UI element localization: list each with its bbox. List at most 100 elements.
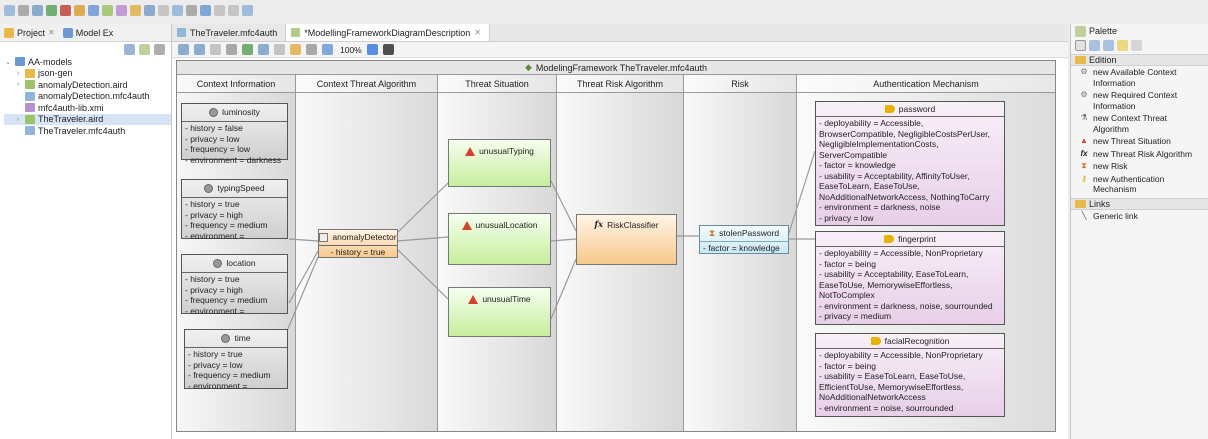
- risk-node-stolenpassword[interactable]: ⧗ stolenPassword - factor = knowledge: [699, 225, 789, 254]
- palette-tool[interactable]: ⚙ new Available Context Information: [1071, 66, 1208, 89]
- lane-header: Authentication Mechanism: [797, 75, 1055, 93]
- save-image-icon[interactable]: [382, 44, 394, 55]
- context-algorithm-node[interactable]: anomalyDetector - history = true: [318, 229, 398, 258]
- toolbar-button-icon[interactable]: [18, 5, 29, 16]
- node-attributes: - history = true - privacy = high - freq…: [182, 198, 287, 242]
- zoom-dropdown-icon[interactable]: [366, 44, 378, 55]
- collapse-all-icon[interactable]: [124, 43, 135, 55]
- palette-tool[interactable]: ⚙ new Required Context Information: [1071, 89, 1208, 112]
- filter-icon[interactable]: [154, 43, 165, 55]
- modeling-framework-container[interactable]: ◆ ModelingFramework TheTraveler.mfc4auth…: [176, 60, 1056, 432]
- expand-arrow-icon[interactable]: ›: [14, 70, 22, 77]
- attribute: - environment = darkness: [185, 154, 282, 165]
- tree-item[interactable]: anomalyDetection.mfc4auth: [4, 91, 171, 103]
- diagram-tool-icon[interactable]: [306, 44, 317, 55]
- tree-item[interactable]: › TheTraveler.aird: [4, 113, 171, 125]
- tree-item[interactable]: › json-gen: [4, 68, 171, 80]
- toolbar-button-icon[interactable]: [158, 5, 169, 16]
- select-tool-icon[interactable]: [1075, 39, 1086, 51]
- toolbar-button-icon[interactable]: [186, 5, 197, 16]
- palette-tool[interactable]: ⚗ new Context Threat Algorithm: [1071, 112, 1208, 135]
- context-node-time[interactable]: time - history = true - privacy = low - …: [184, 329, 288, 391]
- algorithm-icon: ⚗: [1080, 113, 1088, 123]
- toolbar-button-icon[interactable]: [74, 5, 85, 16]
- folder-icon: [25, 68, 35, 78]
- tab-model-explorer[interactable]: Model Ex: [62, 27, 113, 38]
- palette-drawer-header[interactable]: Links: [1071, 197, 1208, 210]
- gear-icon: [213, 259, 223, 268]
- diagram-tool-icon[interactable]: [242, 44, 253, 55]
- diagram-tool-icon[interactable]: [210, 44, 221, 55]
- toolbar-button-icon[interactable]: [172, 5, 183, 16]
- threat-situation-unusuallocation[interactable]: unusualLocation: [448, 213, 551, 265]
- context-node-typingspeed[interactable]: typingSpeed - history = true - privacy =…: [181, 179, 288, 242]
- tab-thetraveler-model[interactable]: TheTraveler.mfc4auth: [172, 24, 285, 41]
- close-icon[interactable]: ✕: [474, 28, 481, 37]
- auth-node-facialrecognition[interactable]: facialRecognition - deployability = Acce…: [815, 333, 1005, 417]
- diagram-tool-icon[interactable]: [258, 44, 269, 55]
- node-title: ⧗ stolenPassword: [700, 226, 788, 242]
- toolbar-button-icon[interactable]: [116, 5, 127, 16]
- diagram-tool-icon[interactable]: [226, 44, 237, 55]
- palette-tool[interactable]: ⚷ new Authentication Mechanism: [1071, 173, 1208, 196]
- fx-icon: fx: [1080, 148, 1088, 158]
- attribute: NotToComplex: [819, 290, 875, 300]
- palette-tool[interactable]: ⧗ new Risk: [1071, 160, 1208, 173]
- note-icon[interactable]: [1117, 39, 1128, 51]
- tree-item[interactable]: ⌄ AA-models: [4, 56, 171, 68]
- diagram-tool-icon[interactable]: [194, 44, 205, 55]
- diagram-canvas[interactable]: ◆ ModelingFramework TheTraveler.mfc4auth…: [172, 58, 1068, 439]
- risk-algorithm-node[interactable]: fx RiskClassifier: [576, 214, 677, 265]
- expand-arrow-icon[interactable]: ›: [14, 81, 22, 88]
- context-node-luminosity[interactable]: luminosity - history = false - privacy =…: [181, 103, 288, 165]
- palette-drawer-header[interactable]: Edition: [1071, 54, 1208, 66]
- expand-arrow-icon[interactable]: ⌄: [4, 58, 12, 66]
- attribute: NoAdditionalNetworkAccess: [819, 392, 926, 402]
- toolbar-button-icon[interactable]: [242, 5, 253, 16]
- tree-item[interactable]: › anomalyDetection.aird: [4, 79, 171, 91]
- threat-situation-unusualtyping[interactable]: unusualTyping: [448, 139, 551, 187]
- palette-tool[interactable]: fx new Threat Risk Algorithm: [1071, 148, 1208, 161]
- expand-arrow-icon[interactable]: ›: [14, 116, 22, 123]
- close-icon[interactable]: ✕: [48, 28, 55, 37]
- zoom-out-icon[interactable]: [1103, 39, 1114, 51]
- toolbar-button-icon[interactable]: [60, 5, 71, 16]
- toolbar-button-icon[interactable]: [32, 5, 43, 16]
- toolbar-button-icon[interactable]: [46, 5, 57, 16]
- diagram-tool-icon[interactable]: [178, 44, 189, 55]
- toolbar-button-icon[interactable]: [228, 5, 239, 16]
- tree-item[interactable]: TheTraveler.mfc4auth: [4, 125, 171, 137]
- tree-item-label: TheTraveler.mfc4auth: [38, 125, 126, 136]
- threat-situation-unusualtime[interactable]: unusualTime: [448, 287, 551, 337]
- warning-icon: ▲: [1080, 136, 1088, 146]
- palette-tool[interactable]: ▲ new Threat Situation: [1071, 135, 1208, 148]
- diagram-tool-icon[interactable]: [322, 44, 333, 55]
- auth-node-password[interactable]: password - deployability = Accessible, B…: [815, 101, 1005, 226]
- tree-item[interactable]: mfc4auth-lib.xmi: [4, 102, 171, 114]
- node-title-text: unusualTyping: [479, 146, 534, 156]
- node-title-text: stolenPassword: [719, 228, 780, 239]
- aird-file-icon: [25, 114, 35, 124]
- auth-node-fingerprint[interactable]: fingerprint - deployability = Accessible…: [815, 231, 1005, 325]
- diagram-tool-icon[interactable]: [290, 44, 301, 55]
- zoom-in-icon[interactable]: [1089, 39, 1100, 51]
- toolbar-button-icon[interactable]: [144, 5, 155, 16]
- diagram-tool-icon[interactable]: [274, 44, 285, 55]
- node-title-text: time: [234, 333, 251, 344]
- toolbar-button-icon[interactable]: [4, 5, 15, 16]
- palette-tool[interactable]: ╲ Generic link: [1071, 210, 1208, 223]
- toolbar-button-icon[interactable]: [214, 5, 225, 16]
- link-editor-icon[interactable]: [139, 43, 150, 55]
- toolbar-button-icon[interactable]: [130, 5, 141, 16]
- toolbar-button-icon[interactable]: [102, 5, 113, 16]
- toolbar-button-icon[interactable]: [88, 5, 99, 16]
- zoom-level[interactable]: 100%: [340, 45, 362, 55]
- context-node-location[interactable]: location - history = true - privacy = hi…: [181, 254, 288, 316]
- tab-diagram-description[interactable]: *ModellingFrameworkDiagramDescription ✕: [285, 24, 490, 41]
- tab-project[interactable]: Project ✕: [4, 27, 55, 38]
- project-explorer-icon: [4, 27, 14, 38]
- node-title-text: RiskClassifier: [607, 220, 659, 230]
- node-title: anomalyDetector: [319, 230, 397, 246]
- toolbar-button-icon[interactable]: [200, 5, 211, 16]
- link-tool-icon[interactable]: [1131, 39, 1142, 51]
